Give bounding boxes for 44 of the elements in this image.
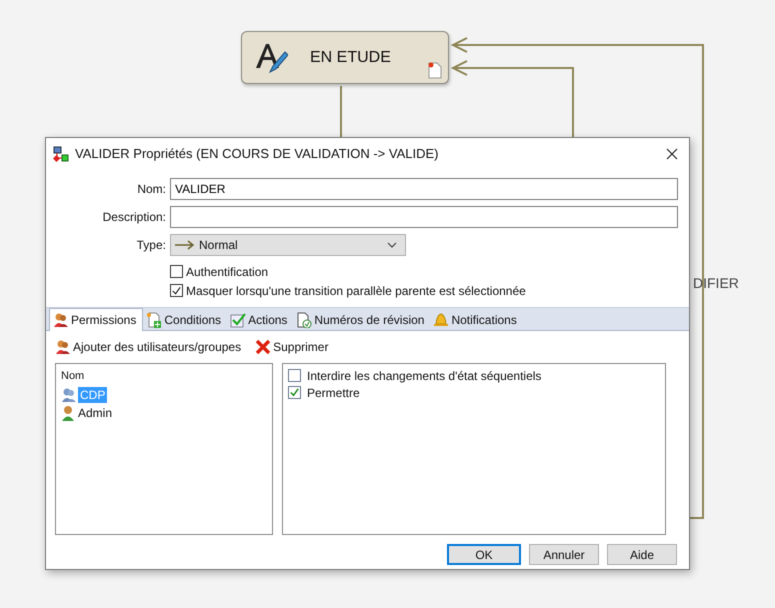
list-item[interactable]: Admin: [76, 405, 114, 421]
workflow-icon: [53, 146, 69, 162]
add-button[interactable]: Ajouter des utilisateurs/groupes: [55, 339, 242, 355]
document-add-icon: [146, 312, 162, 328]
users-icon: [55, 339, 71, 355]
document-icon: [428, 62, 442, 79]
window-title: VALIDER Propriétés (EN COURS DE VALIDATION -> VALIDE): [75, 146, 440, 161]
checkbox-label: Masquer lorsqu'une transition parallèle parente est sélectionnée: [186, 284, 526, 298]
checkbox[interactable]: [288, 369, 301, 382]
tab[interactable]: Numéros de révision: [293, 310, 430, 330]
state-node[interactable]: EN ETUDE: [241, 31, 449, 84]
arrow-icon: [175, 240, 195, 250]
users-icon: [53, 312, 69, 328]
field-label: Type:: [136, 238, 167, 252]
input-field[interactable]: VALIDER: [170, 178, 678, 200]
delete-button[interactable]: Supprimer: [255, 339, 328, 355]
column-header: Nom: [61, 370, 86, 382]
type-dropdown[interactable]: Normal: [170, 234, 406, 256]
state-label: EN ETUDE: [310, 48, 391, 66]
field-label: Nom:: [136, 182, 167, 196]
bell-icon: [433, 312, 450, 328]
checkbox-label: Permettre: [307, 386, 360, 400]
checkbox[interactable]: [170, 284, 183, 297]
tab[interactable]: Permissions: [49, 308, 144, 331]
input-field[interactable]: [170, 206, 678, 228]
tab[interactable]: Actions: [227, 310, 294, 330]
close-icon: [666, 148, 678, 160]
caret-icon: [387, 242, 397, 248]
tab[interactable]: Conditions: [143, 310, 228, 330]
dialog-button[interactable]: Annuler: [529, 544, 599, 565]
dialog-button[interactable]: OK: [447, 544, 521, 565]
document-check-icon: [296, 312, 312, 328]
checkbox-label: Interdire les changements d'état séquentiels: [307, 368, 542, 382]
delete-icon: [255, 339, 272, 355]
connector-line: [340, 86, 342, 137]
checkbox-label: Authentification: [186, 264, 268, 278]
checklist-icon: [230, 312, 246, 328]
group-icon: [61, 387, 77, 403]
checkbox[interactable]: [170, 265, 183, 278]
checkbox[interactable]: [288, 386, 301, 399]
tab[interactable]: Notifications: [430, 310, 523, 330]
field-label: Description:: [102, 210, 167, 224]
dialog-button[interactable]: Aide: [607, 544, 677, 565]
user-icon: [61, 405, 75, 421]
